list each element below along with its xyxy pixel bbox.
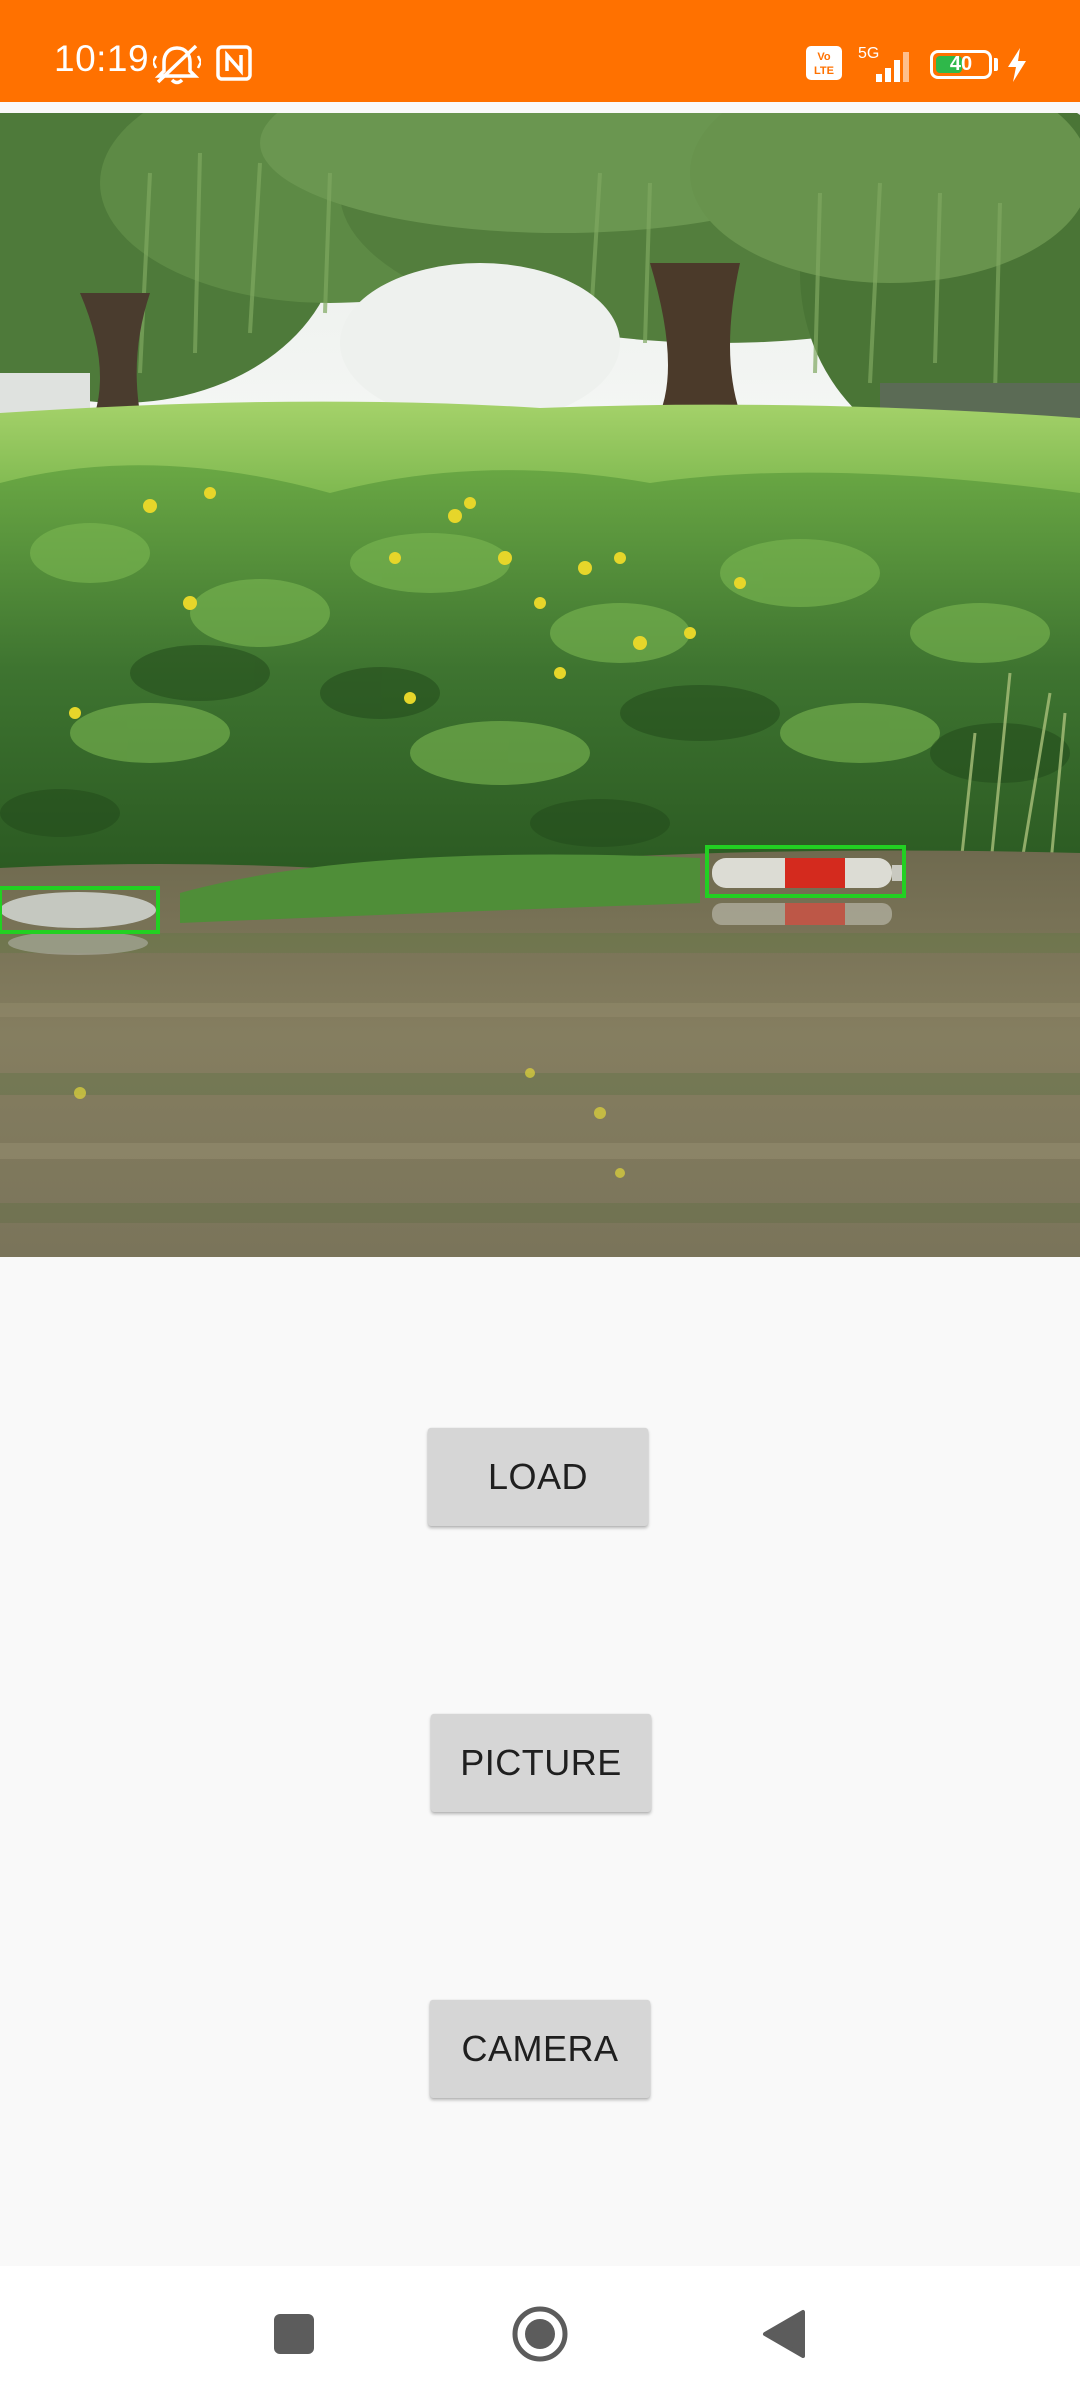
navigation-bar [0,2266,1080,2400]
volte-icon: Vo LTE [806,46,842,85]
back-button[interactable] [740,2290,828,2378]
battery-icon: 40 [930,50,992,79]
charging-icon [1006,48,1028,87]
picture-button[interactable]: PICTURE [431,1714,651,1812]
network-type-label: 5G [858,45,879,62]
signal-icon: 5G [850,44,920,89]
muted-vibrate-icon [151,42,203,91]
status-time: 10:19 [54,38,150,79]
home-icon [512,2306,568,2362]
load-button[interactable]: LOAD [428,1428,648,1526]
recents-icon [274,2314,314,2354]
svg-text:LTE: LTE [814,65,834,77]
nfc-icon [216,45,252,86]
battery-tip [994,58,998,71]
camera-button[interactable]: CAMERA [430,2000,650,2098]
home-button[interactable] [496,2290,584,2378]
detection-image [0,113,1080,1257]
status-bar: 10:19 Vo LTE 5G 40 [0,0,1080,102]
back-icon [763,2310,805,2358]
recents-button[interactable] [250,2290,338,2378]
svg-text:Vo: Vo [817,51,831,63]
battery-level: 40 [949,53,973,75]
